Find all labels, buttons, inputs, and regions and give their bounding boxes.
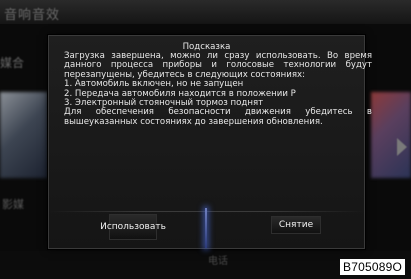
background-right-tile — [371, 92, 411, 178]
background-left-label: 媒合 — [0, 56, 25, 70]
dialog-body: Загрузка завершена, можно ли сразу испол… — [64, 51, 372, 127]
background-left-tile — [0, 92, 48, 178]
figure-code-label: B705089O — [340, 259, 405, 275]
background-header-text: 音响音效 — [4, 8, 61, 23]
button-separator-glow — [205, 208, 207, 248]
next-arrow-icon — [397, 138, 407, 156]
dialog-paragraph-intro: Загрузка завершена, можно ли сразу испол… — [64, 51, 372, 80]
use-button-label: Использовать — [100, 221, 166, 232]
update-prompt-dialog: Подсказка Загрузка завершена, можно ли с… — [48, 35, 372, 249]
cancel-button[interactable]: Снятие — [271, 216, 321, 234]
cancel-button-label: Снятие — [278, 220, 314, 230]
screen: 音响音效 媒合 影媒 电话 Подсказка Загрузка заверше… — [0, 0, 411, 279]
dialog-paragraph-safety: Для обеспечения безопасности движения уб… — [64, 107, 372, 127]
use-button[interactable]: Использовать — [100, 214, 166, 240]
background-top-bar — [0, 0, 411, 24]
background-left-bottom-text: 影媒 — [2, 198, 24, 211]
background-bottom-text: 电话 — [208, 256, 228, 267]
